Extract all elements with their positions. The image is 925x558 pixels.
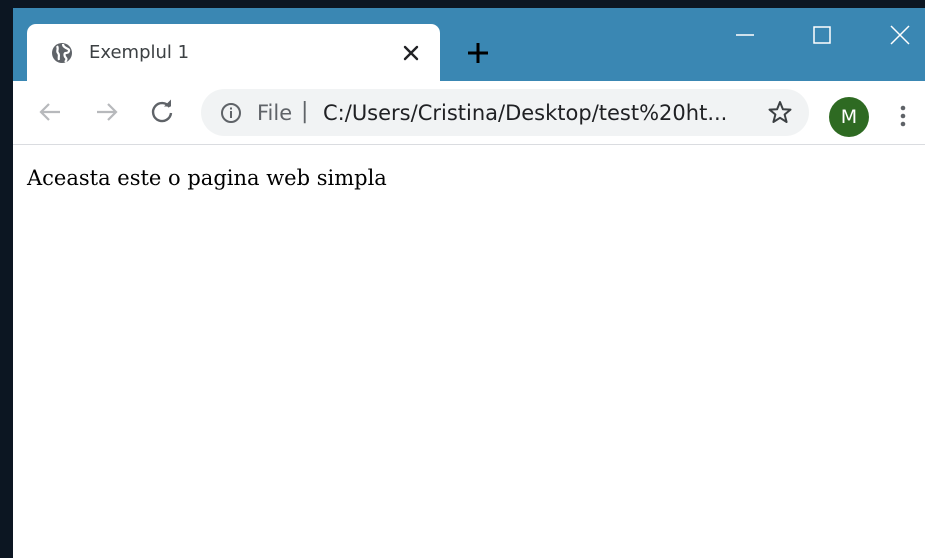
window-close-icon[interactable] (887, 22, 913, 48)
title-bar: Exemplul 1 (13, 8, 925, 82)
plus-icon[interactable] (464, 39, 492, 67)
minimize-icon[interactable] (732, 22, 758, 48)
scheme-separator: | (301, 99, 309, 124)
close-icon[interactable] (399, 41, 423, 65)
reload-icon[interactable] (148, 98, 176, 126)
url-text[interactable]: C:/Users/Cristina/Desktop/test%20ht... (323, 101, 751, 125)
address-bar[interactable]: File | C:/Users/Cristina/Desktop/test%20… (201, 89, 809, 136)
page-body-text: Aceasta este o pagina web simpla (27, 166, 387, 190)
browser-window: Exemplul 1 File | C:/Users/Cristina/Desk… (13, 8, 925, 558)
arrow-left-icon[interactable] (36, 98, 64, 126)
globe-icon (52, 43, 72, 63)
maximize-icon[interactable] (809, 22, 835, 48)
tab-exemplul-1[interactable]: Exemplul 1 (27, 24, 440, 82)
tab-title: Exemplul 1 (89, 42, 190, 63)
page-content: Aceasta este o pagina web simpla (13, 145, 925, 558)
arrow-right-icon[interactable] (93, 98, 121, 126)
info-icon[interactable] (219, 101, 243, 125)
avatar[interactable]: M (829, 97, 869, 137)
scheme-label: File (257, 101, 293, 125)
more-vert-icon[interactable] (889, 102, 917, 130)
browser-toolbar: File | C:/Users/Cristina/Desktop/test%20… (13, 81, 925, 145)
star-icon[interactable] (766, 99, 794, 127)
